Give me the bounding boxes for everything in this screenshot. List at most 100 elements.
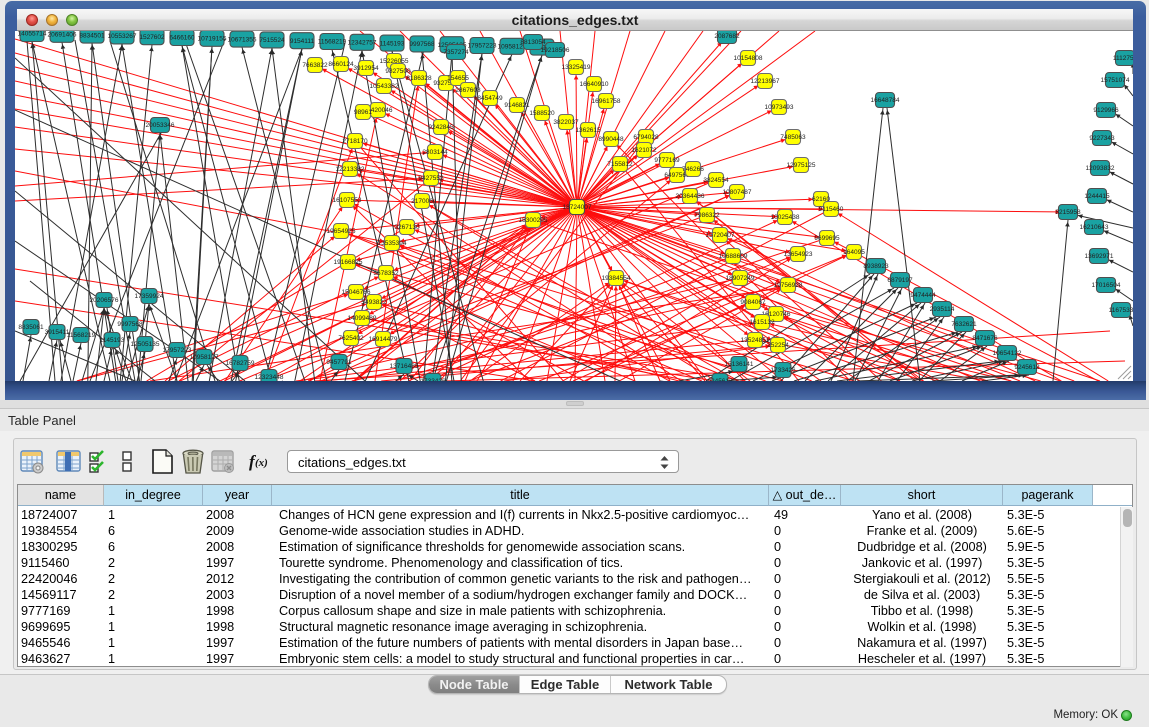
svg-text:12213382: 12213382 (336, 166, 365, 173)
svg-text:9146821: 9146821 (504, 102, 530, 109)
svg-text:9227343: 9227343 (1089, 135, 1115, 142)
svg-text:16640910: 16640910 (580, 81, 609, 88)
svg-text:18907249: 18907249 (726, 275, 755, 282)
svg-text:9154111: 9154111 (290, 38, 315, 45)
svg-text:7515524: 7515524 (259, 37, 285, 44)
svg-text:3267130: 3267130 (394, 224, 420, 231)
svg-text:1167533: 1167533 (1109, 307, 1133, 314)
svg-text:16648784: 16648784 (871, 97, 900, 104)
svg-text:2935114: 2935114 (930, 306, 955, 313)
svg-text:19218506: 19218506 (541, 47, 570, 54)
svg-text:10543382: 10543382 (370, 83, 399, 90)
svg-text:1145193: 1145193 (100, 337, 125, 344)
svg-text:17016504: 17016504 (1092, 282, 1121, 289)
svg-text:9457791: 9457791 (326, 359, 352, 366)
svg-text:164095: 164095 (843, 249, 865, 256)
svg-text:6466160: 6466160 (169, 35, 195, 42)
svg-text:2867608: 2867608 (455, 87, 481, 94)
svg-text:11568219: 11568219 (318, 39, 347, 46)
svg-text:9777169: 9777169 (654, 157, 680, 164)
svg-text:10688609: 10688609 (719, 253, 748, 260)
svg-text:12323448: 12323448 (255, 374, 284, 381)
svg-text:16782759: 16782759 (226, 360, 255, 367)
svg-text:1362615: 1362615 (575, 127, 601, 134)
svg-text:3824554: 3824554 (703, 177, 729, 184)
svg-text:19384554: 19384554 (602, 275, 631, 282)
svg-text:15751074: 15751074 (1101, 77, 1130, 84)
svg-text:9827500: 9827500 (385, 68, 411, 75)
svg-text:14099489: 14099489 (348, 315, 377, 322)
svg-text:7485063: 7485063 (780, 134, 806, 141)
svg-text:8835061: 8835061 (18, 324, 44, 331)
svg-text:9427552: 9427552 (418, 175, 444, 182)
svg-text:13535394: 13535394 (378, 240, 407, 247)
svg-text:9474444: 9474444 (910, 292, 936, 299)
svg-text:13692971: 13692971 (1085, 253, 1114, 260)
svg-text:9997568: 9997568 (117, 321, 143, 328)
svg-text:1621072: 1621072 (631, 147, 657, 154)
svg-text:20364436: 20364436 (676, 193, 705, 200)
svg-text:6794028: 6794028 (633, 134, 659, 141)
svg-text:19654925: 19654925 (327, 228, 356, 235)
svg-text:154655: 154655 (447, 75, 469, 82)
svg-text:15046766: 15046766 (342, 289, 371, 296)
svg-text:746266: 746266 (682, 166, 704, 173)
svg-text:1112753: 1112753 (1113, 55, 1133, 62)
svg-text:12975125: 12975125 (787, 162, 816, 169)
svg-text:15136141: 15136141 (725, 361, 754, 368)
svg-text:7632621: 7632621 (951, 321, 977, 328)
svg-text:7155812: 7155812 (607, 161, 633, 168)
svg-text:16961758: 16961758 (592, 98, 621, 105)
svg-text:16914479: 16914479 (369, 336, 398, 343)
svg-text:5678352: 5678352 (373, 270, 399, 277)
svg-text:9245612: 9245612 (1014, 364, 1040, 371)
svg-text:3912954: 3912954 (353, 65, 379, 72)
svg-text:9084067: 9084067 (740, 299, 766, 306)
svg-text:10958127: 10958127 (190, 354, 219, 361)
svg-text:8990448: 8990448 (598, 136, 624, 143)
svg-text:9699695: 9699695 (814, 235, 840, 242)
svg-text:98961: 98961 (354, 109, 372, 116)
svg-text:10154808: 10154808 (734, 55, 763, 62)
svg-text:7625402: 7625402 (338, 335, 364, 342)
svg-text:20691406: 20691406 (48, 32, 77, 39)
svg-text:10025438: 10025438 (771, 214, 800, 221)
svg-text:2803144: 2803144 (422, 149, 448, 156)
svg-text:8186328: 8186328 (406, 75, 432, 82)
svg-text:13524851: 13524851 (741, 337, 770, 344)
svg-text:252254: 252254 (767, 342, 789, 349)
svg-text:19166825: 19166825 (334, 259, 363, 266)
svg-text:18724007: 18724007 (563, 204, 592, 211)
svg-text:217006: 217006 (411, 198, 433, 205)
svg-text:7663822: 7663822 (302, 62, 328, 69)
svg-text:17359924: 17359924 (135, 293, 164, 300)
svg-text:10553267: 10553267 (108, 33, 137, 40)
svg-text:20206576: 20206576 (90, 297, 119, 304)
svg-text:8813054: 8813054 (520, 39, 546, 46)
svg-text:10973493: 10973493 (765, 104, 794, 111)
svg-text:1145193: 1145193 (380, 40, 405, 47)
svg-text:19756928: 19756928 (774, 282, 803, 289)
svg-text:2718170: 2718170 (342, 138, 368, 145)
svg-text:1733426: 1733426 (770, 367, 796, 374)
svg-text:13716485: 13716485 (390, 363, 419, 370)
svg-text:8454749: 8454749 (477, 95, 503, 102)
svg-text:12505135: 12505135 (131, 341, 160, 348)
svg-text:(x): (x) (255, 457, 268, 469)
svg-text:7357274: 7357274 (443, 49, 469, 56)
svg-text:12213967: 12213967 (751, 78, 780, 85)
svg-text:16210643: 16210643 (1080, 224, 1109, 231)
svg-text:12093832: 12093832 (1086, 165, 1115, 172)
svg-text:10807487: 10807487 (723, 189, 752, 196)
svg-text:1588520: 1588520 (529, 110, 555, 117)
svg-text:17957223: 17957223 (468, 43, 497, 50)
svg-text:1527602: 1527602 (139, 34, 165, 41)
svg-text:17957223: 17957223 (163, 347, 192, 354)
svg-text:10654122: 10654122 (993, 350, 1022, 357)
svg-text:9115460: 9115460 (819, 206, 844, 213)
svg-text:16107553: 16107553 (333, 197, 362, 204)
svg-text:20053346: 20053346 (146, 122, 175, 129)
svg-text:10671355: 10671355 (228, 36, 257, 43)
svg-text:14055714: 14055714 (18, 31, 47, 38)
svg-text:12342757: 12342757 (348, 40, 377, 47)
